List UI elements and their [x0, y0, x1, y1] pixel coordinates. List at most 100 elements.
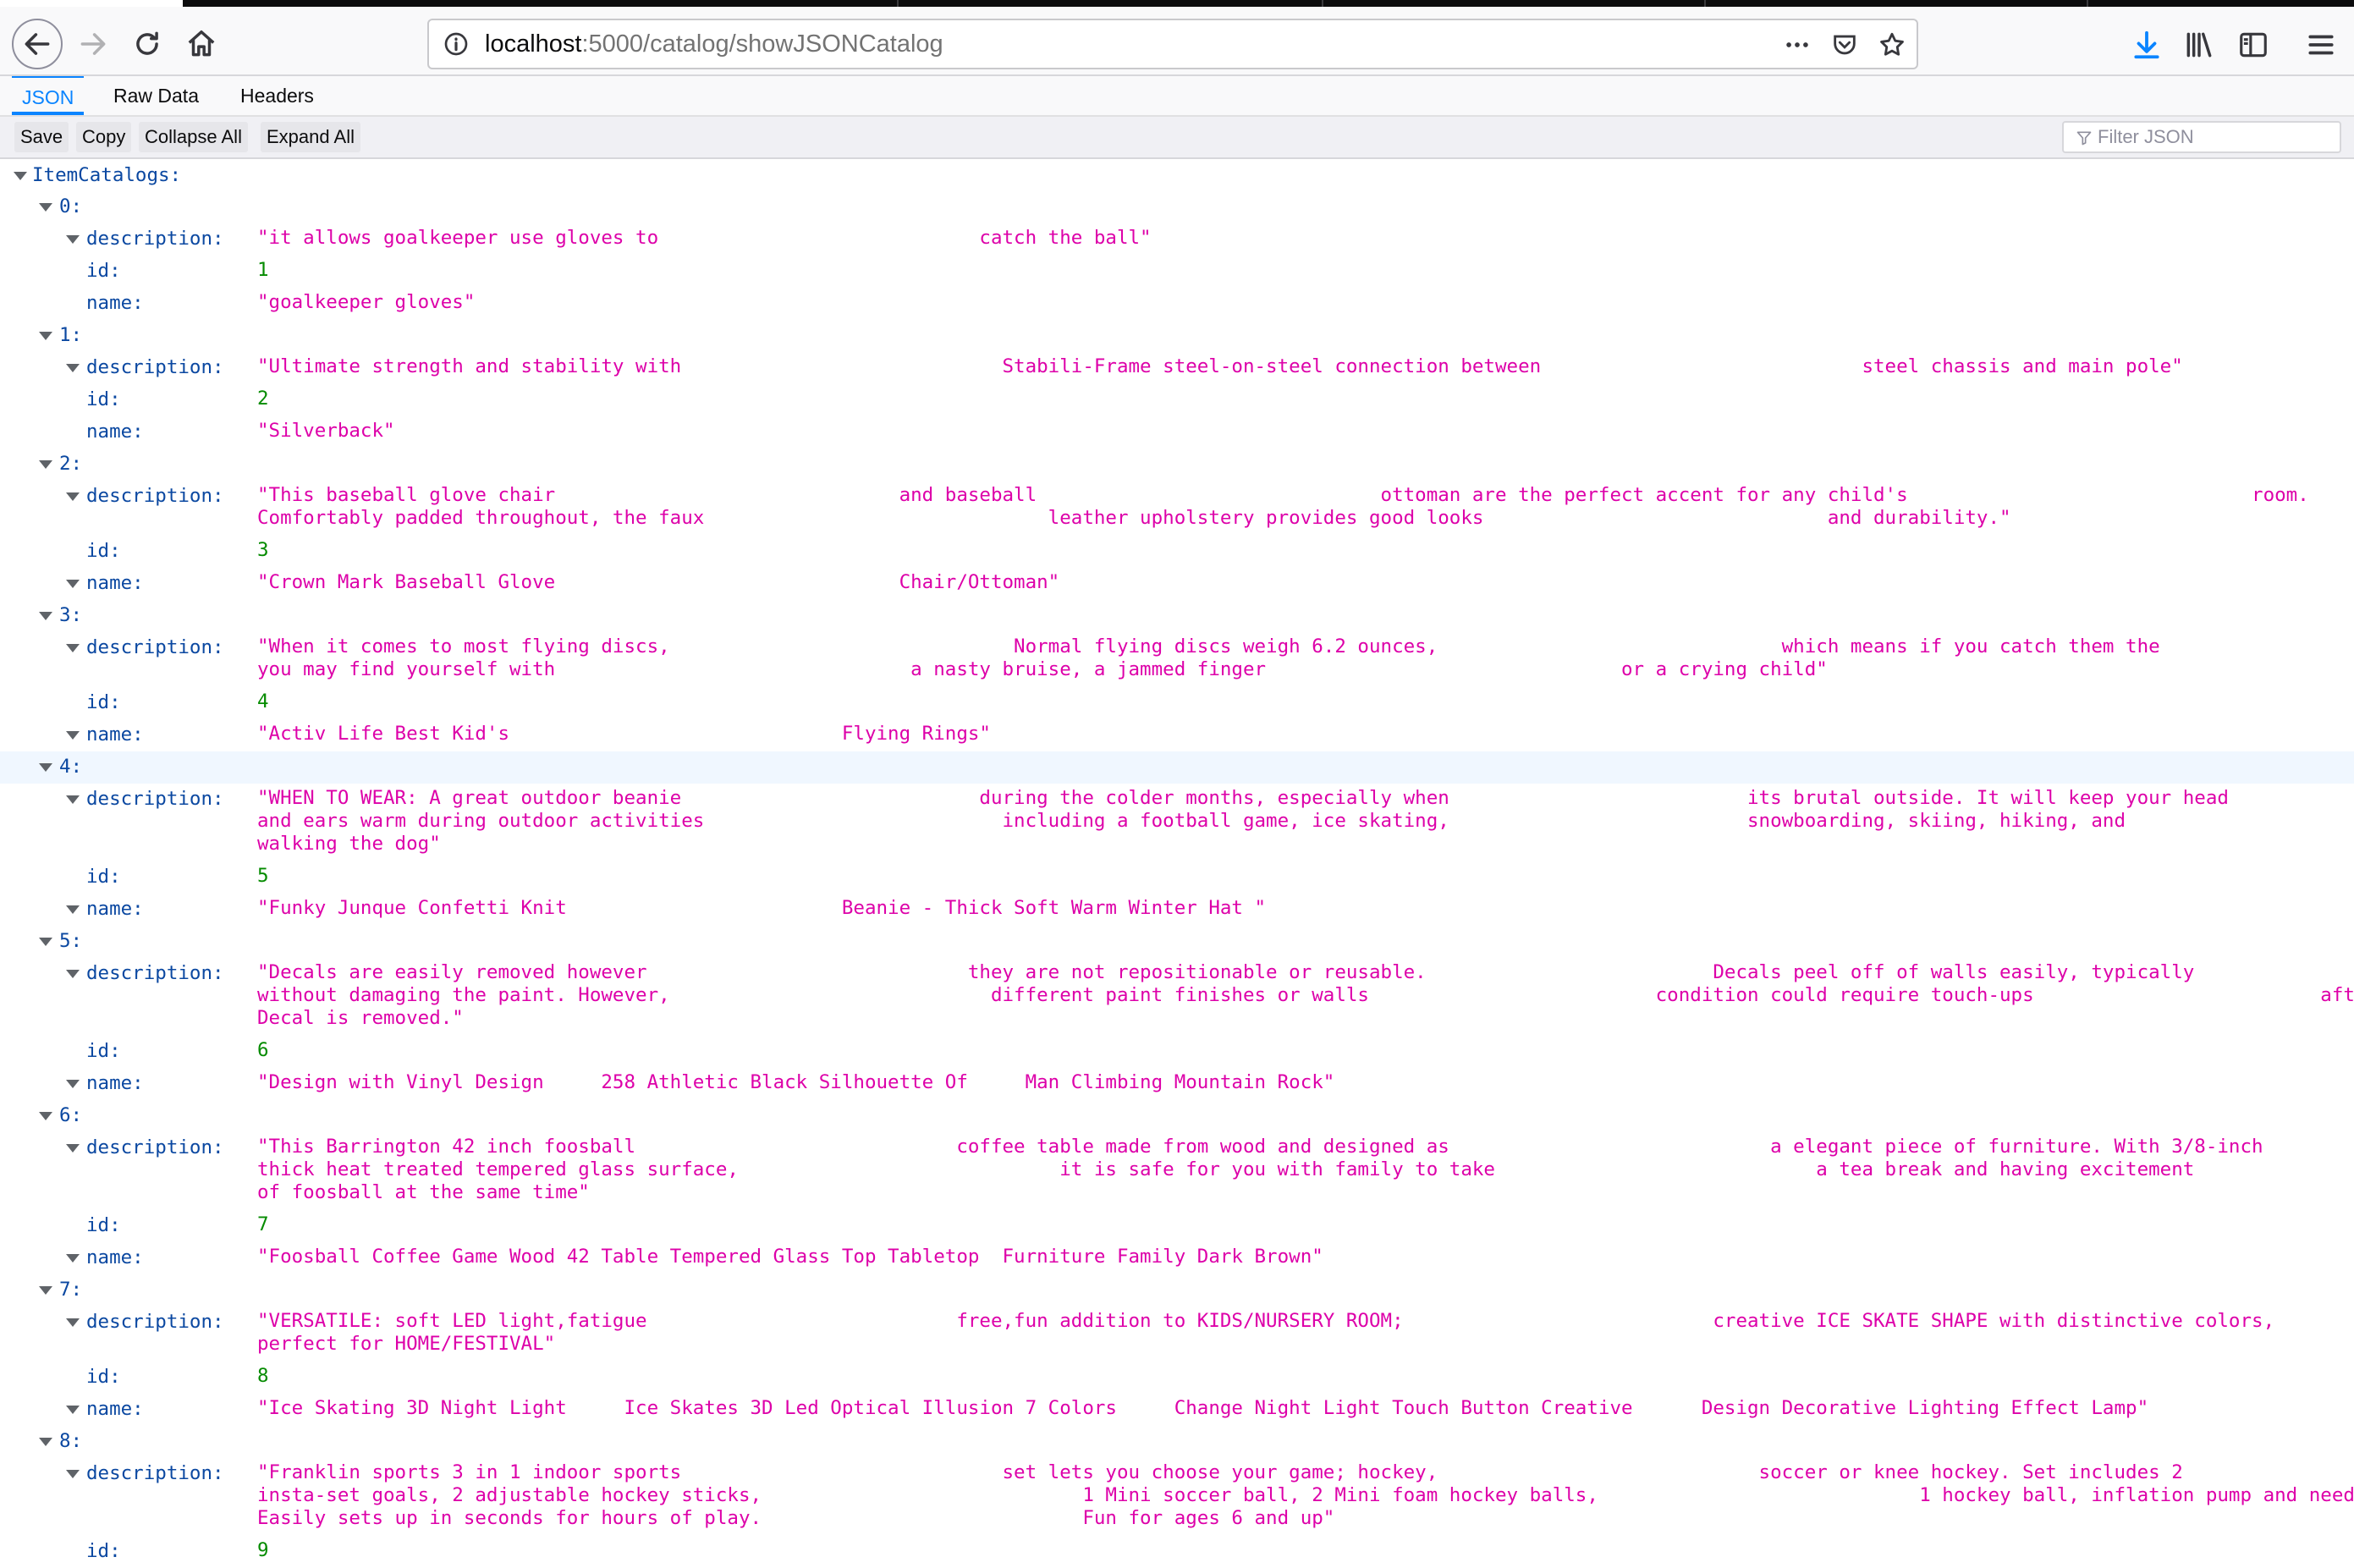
- forward-icon: [80, 33, 106, 55]
- name-row[interactable]: name: "Ice Skating 3D Night Light Ice Ska…: [0, 1394, 2354, 1426]
- name-row[interactable]: name: "Funky Junque Confetti Knit Beanie …: [0, 894, 2354, 926]
- item-index-row[interactable]: 6:: [0, 1100, 2354, 1132]
- id-row[interactable]: id: 8: [0, 1362, 2354, 1394]
- browser-tab[interactable]: [2087, 0, 2354, 7]
- browser-tab[interactable]: [1322, 0, 1704, 7]
- description-row[interactable]: description: "Franklin sports 3 in 1 indo…: [0, 1458, 2354, 1536]
- expand-arrow-icon[interactable]: [66, 1318, 80, 1327]
- info-icon[interactable]: [443, 30, 470, 58]
- tab-headers[interactable]: Headers: [230, 76, 324, 115]
- id-row[interactable]: id: 2: [0, 384, 2354, 416]
- expand-arrow-icon[interactable]: [66, 905, 80, 914]
- expand-arrow-icon[interactable]: [66, 580, 80, 588]
- description-row[interactable]: description: "Ultimate strength and stabi…: [0, 352, 2354, 384]
- save-button[interactable]: Save: [14, 122, 69, 152]
- name-row[interactable]: name: "goalkeeper gloves": [0, 288, 2354, 320]
- id-key: id:: [86, 866, 121, 888]
- expand-all-button[interactable]: Expand All: [261, 122, 360, 152]
- menu-icon[interactable]: [2305, 29, 2337, 61]
- description-row[interactable]: description: "This Barrington 42 inch foo…: [0, 1132, 2354, 1210]
- id-row[interactable]: id: 1: [0, 256, 2354, 288]
- browser-tab[interactable]: [1704, 0, 2087, 7]
- item-index-row[interactable]: 1:: [0, 320, 2354, 352]
- expand-arrow-icon[interactable]: [39, 938, 52, 946]
- filter-json-input[interactable]: Filter JSON: [2062, 121, 2341, 153]
- sidebar-icon[interactable]: [2237, 29, 2269, 61]
- item-index-row[interactable]: 5:: [0, 926, 2354, 958]
- description-row[interactable]: description: "VERSATILE: soft LED light,f…: [0, 1307, 2354, 1362]
- id-row[interactable]: id: 9: [0, 1536, 2354, 1568]
- name-row[interactable]: name: "Crown Mark Baseball Glove Chair/Ot…: [0, 568, 2354, 600]
- browser-tab[interactable]: [897, 0, 1322, 7]
- description-value: "This baseball glove chair and baseball …: [257, 484, 2309, 529]
- name-row[interactable]: name: "Silverback": [0, 416, 2354, 448]
- root-row[interactable]: ItemCatalogs:: [0, 161, 2354, 191]
- name-row[interactable]: name: "Foosball Coffee Game Wood 42 Table…: [0, 1242, 2354, 1274]
- forward-button[interactable]: [68, 19, 118, 69]
- item-index-key: 2:: [59, 453, 83, 475]
- item-index-row[interactable]: 0:: [0, 191, 2354, 223]
- expand-arrow-icon[interactable]: [66, 644, 80, 652]
- active-tab-indicator[interactable]: [0, 0, 183, 7]
- expand-arrow-icon[interactable]: [66, 364, 80, 372]
- id-row[interactable]: id: 7: [0, 1210, 2354, 1242]
- description-row[interactable]: description: "This baseball glove chair a…: [0, 481, 2354, 536]
- id-row[interactable]: id: 5: [0, 861, 2354, 894]
- expand-arrow-icon[interactable]: [66, 1254, 80, 1263]
- description-row[interactable]: description: "Decals are easily removed h…: [0, 958, 2354, 1036]
- tab-raw-data[interactable]: Raw Data: [103, 76, 209, 115]
- back-button[interactable]: [12, 19, 63, 69]
- item-index-row[interactable]: 4:: [0, 751, 2354, 784]
- name-value: "Silverback": [257, 420, 395, 442]
- reload-button[interactable]: [122, 19, 173, 69]
- id-row[interactable]: id: 4: [0, 687, 2354, 719]
- expand-arrow-icon[interactable]: [39, 332, 52, 340]
- name-row[interactable]: name: "Activ Life Best Kid's Flying Rings…: [0, 719, 2354, 751]
- item-index-key: 0:: [59, 195, 83, 217]
- download-icon[interactable]: [2131, 29, 2163, 61]
- expand-arrow-icon[interactable]: [66, 492, 80, 501]
- expand-arrow-icon[interactable]: [39, 763, 52, 772]
- expand-arrow-icon[interactable]: [39, 1286, 52, 1295]
- description-value: "it allows goalkeeper use gloves to catc…: [257, 227, 1152, 249]
- library-icon[interactable]: [2183, 29, 2215, 61]
- name-key: name:: [86, 1246, 144, 1268]
- expand-arrow-icon[interactable]: [14, 172, 27, 180]
- description-value: "This Barrington 42 inch foosball coffee…: [257, 1136, 2263, 1203]
- expand-arrow-icon[interactable]: [39, 612, 52, 620]
- item-index-row[interactable]: 3:: [0, 600, 2354, 632]
- collapse-all-button[interactable]: Collapse All: [139, 122, 248, 152]
- expand-arrow-icon[interactable]: [66, 1470, 80, 1478]
- expand-arrow-icon[interactable]: [66, 1144, 80, 1153]
- bookmark-star-icon[interactable]: [1878, 30, 1906, 59]
- pocket-icon[interactable]: [1830, 30, 1859, 59]
- id-row[interactable]: id: 6: [0, 1036, 2354, 1068]
- expand-arrow-icon[interactable]: [66, 970, 80, 978]
- expand-arrow-icon[interactable]: [66, 795, 80, 804]
- url-text[interactable]: localhost:5000/catalog/showJSONCatalog: [485, 20, 943, 68]
- item-index-row[interactable]: 2:: [0, 448, 2354, 481]
- home-button[interactable]: [176, 19, 227, 69]
- expand-arrow-icon[interactable]: [66, 1080, 80, 1088]
- more-icon[interactable]: [1783, 30, 1812, 59]
- description-key: description:: [86, 788, 224, 810]
- copy-button[interactable]: Copy: [76, 122, 132, 152]
- item-index-row[interactable]: 8:: [0, 1426, 2354, 1458]
- expand-arrow-icon[interactable]: [39, 1438, 52, 1446]
- expand-arrow-icon[interactable]: [39, 460, 52, 469]
- tab-json[interactable]: JSON: [12, 76, 85, 115]
- expand-arrow-icon[interactable]: [39, 1112, 52, 1120]
- description-row[interactable]: description: "WHEN TO WEAR: A great outdo…: [0, 784, 2354, 861]
- description-row[interactable]: description: "When it comes to most flyin…: [0, 632, 2354, 687]
- expand-arrow-icon[interactable]: [39, 203, 52, 212]
- expand-arrow-icon[interactable]: [66, 1406, 80, 1414]
- id-row[interactable]: id: 3: [0, 536, 2354, 568]
- item-index-row[interactable]: 7:: [0, 1274, 2354, 1307]
- description-key: description:: [86, 962, 224, 984]
- name-row[interactable]: name: "Design with Vinyl Design 258 Athle…: [0, 1068, 2354, 1100]
- name-value: "Funky Junque Confetti Knit Beanie - Thi…: [257, 897, 1267, 919]
- expand-arrow-icon[interactable]: [66, 731, 80, 740]
- expand-arrow-icon[interactable]: [66, 235, 80, 244]
- description-row[interactable]: description: "it allows goalkeeper use gl…: [0, 223, 2354, 256]
- url-bar[interactable]: localhost:5000/catalog/showJSONCatalog: [427, 19, 1918, 69]
